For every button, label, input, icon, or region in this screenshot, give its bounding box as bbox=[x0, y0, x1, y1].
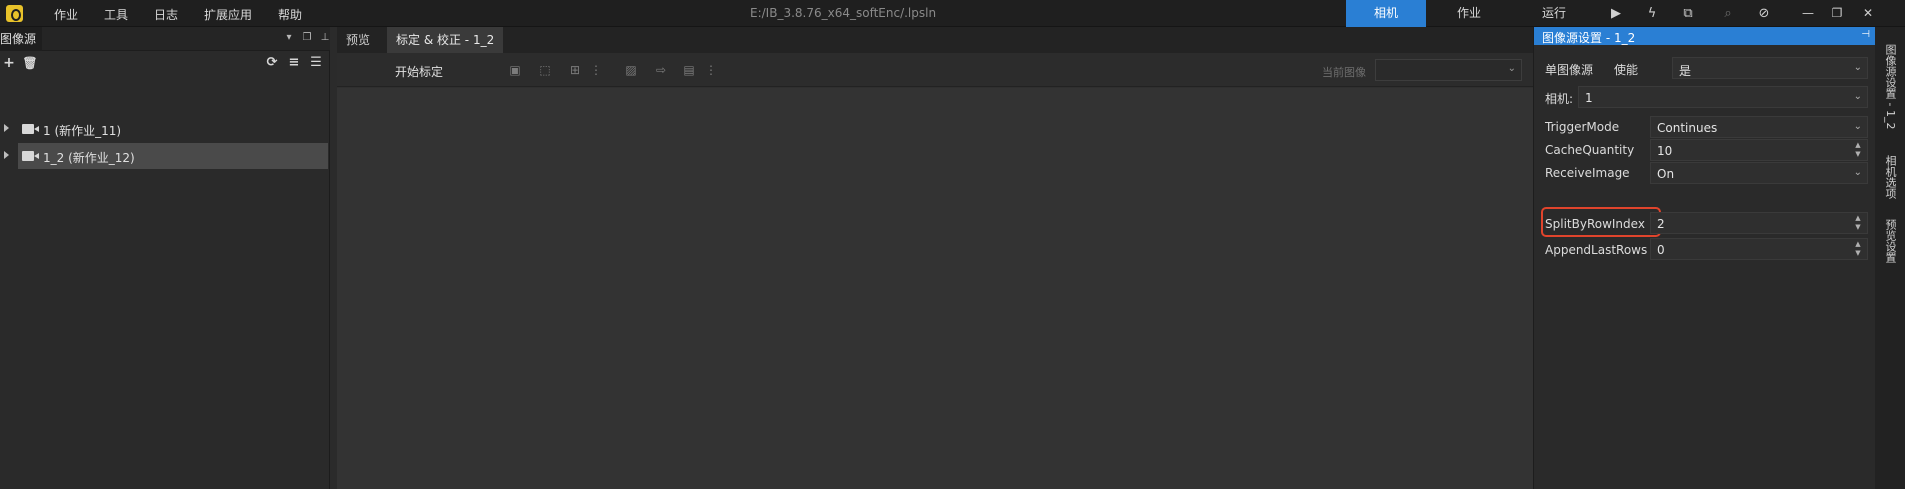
image-source-settings-panel: 图像源设置 - 1_2 ⊣ 单图像源 使能 是 ⌄ 相机: 1 ⌄ Trigge… bbox=[1533, 27, 1876, 489]
menu-job[interactable]: 作业 bbox=[54, 6, 78, 23]
trigger-mode-select[interactable]: Continues ⌄ bbox=[1650, 116, 1868, 138]
receive-image-value: On bbox=[1657, 167, 1675, 181]
trigger-mode-label: TriggerMode bbox=[1545, 120, 1620, 134]
image-source-panel: 图像源 ▾ ❐ ⊥ + 🗑 ⟳ ≡ ☰ 1 (新作业_11) 1_2 (新作业_… bbox=[0, 27, 330, 489]
mode-tab-camera[interactable]: 相机 bbox=[1346, 0, 1426, 27]
add-icon[interactable]: + bbox=[1, 55, 17, 71]
panel-toolbar: + 🗑 ⟳ ≡ ☰ bbox=[0, 51, 330, 75]
receive-image-label: ReceiveImage bbox=[1545, 166, 1630, 180]
enable-label: 使能 bbox=[1614, 63, 1639, 77]
menu-help[interactable]: 帮助 bbox=[278, 6, 302, 23]
calibration-toolbar: 开始标定 ▣ ⬚ ⊞ ⋮ ▨ ⇨ ▤ ⋮ 当前图像 ⌄ bbox=[337, 53, 1533, 87]
refresh-icon[interactable]: ⟳ bbox=[264, 55, 280, 71]
start-calibration-button[interactable]: 开始标定 bbox=[395, 63, 443, 80]
center-tab-bar: 预览 标定 & 校正 - 1_2 bbox=[337, 27, 1533, 53]
settings-title: 图像源设置 - 1_2 bbox=[1542, 31, 1636, 45]
settings-header: 图像源设置 - 1_2 ⊣ bbox=[1534, 27, 1876, 45]
mode-tab-run[interactable]: 运行 bbox=[1514, 0, 1594, 27]
float-icon[interactable]: ❐ bbox=[300, 31, 314, 45]
tree-item-selected[interactable]: 1_2 (新作业_12) bbox=[0, 143, 330, 169]
chevron-down-icon: ⌄ bbox=[1853, 121, 1862, 132]
close-icon[interactable]: ✕ bbox=[1857, 2, 1879, 24]
vertical-tab-bar: 图像源设置 - 1_2 相机选项 预览设置 bbox=[1875, 27, 1905, 489]
delete-icon[interactable]: 🗑 bbox=[22, 55, 38, 71]
enable-value: 是 bbox=[1679, 64, 1692, 78]
vtab-image-source-settings[interactable]: 图像源设置 - 1_2 bbox=[1875, 31, 1905, 143]
dropdown-icon[interactable]: ▾ bbox=[282, 31, 296, 45]
menu-log[interactable]: 日志 bbox=[154, 6, 178, 23]
split-by-row-index-field[interactable]: 2 ▲ ▼ bbox=[1650, 212, 1868, 234]
spinner-icon[interactable]: ▲ ▼ bbox=[1854, 141, 1862, 159]
receive-image-select[interactable]: On ⌄ bbox=[1650, 162, 1868, 184]
user-off-icon[interactable]: ⊘ bbox=[1754, 4, 1774, 24]
play-icon[interactable]: ▶ bbox=[1606, 4, 1626, 24]
save-icon[interactable]: ▤ bbox=[681, 63, 697, 77]
chevron-down-icon: ⌄ bbox=[1853, 62, 1862, 73]
spinner-icon[interactable]: ▲ ▼ bbox=[1854, 214, 1862, 232]
puzzle-icon[interactable]: ⬚ bbox=[537, 63, 553, 77]
more-icon[interactable]: ⋮ bbox=[705, 62, 717, 78]
image-icon[interactable]: ▨ bbox=[623, 63, 639, 77]
mode-tab-job[interactable]: 作业 bbox=[1429, 0, 1509, 27]
pin-icon[interactable]: ⊣ bbox=[1861, 29, 1870, 40]
spinner-icon[interactable]: ▲ ▼ bbox=[1854, 240, 1862, 258]
panel-title: 图像源 bbox=[0, 27, 42, 51]
menu-tools[interactable]: 工具 bbox=[104, 6, 128, 23]
camera-value: 1 bbox=[1585, 91, 1593, 105]
tab-calibration[interactable]: 标定 & 校正 - 1_2 bbox=[387, 27, 504, 53]
camera-icon bbox=[22, 124, 39, 134]
enable-select[interactable]: 是 ⌄ bbox=[1672, 57, 1868, 79]
camera-select[interactable]: 1 ⌄ bbox=[1578, 86, 1868, 108]
vtab-preview-settings[interactable]: 预览设置 bbox=[1875, 211, 1905, 271]
tree-item-label: 1_2 (新作业_12) bbox=[43, 151, 135, 165]
camera-icon bbox=[22, 151, 39, 161]
single-source-label: 单图像源 bbox=[1545, 63, 1594, 77]
trigger-mode-value: Continues bbox=[1657, 121, 1718, 135]
expand-arrow-icon[interactable] bbox=[4, 151, 9, 159]
cache-quantity-label: CacheQuantity bbox=[1545, 143, 1635, 157]
toolbox-icon[interactable]: ▣ bbox=[507, 63, 523, 77]
tree-item-label: 1 (新作业_11) bbox=[43, 124, 122, 138]
tree-view-icon[interactable]: ☰ bbox=[308, 55, 324, 71]
search-icon[interactable]: ⌕ bbox=[1718, 4, 1738, 24]
tab-preview[interactable]: 预览 bbox=[337, 27, 379, 53]
pin-icon[interactable]: ⊥ bbox=[318, 31, 332, 45]
save-copy-icon[interactable]: ⧉ bbox=[1678, 4, 1698, 24]
cache-quantity-value: 10 bbox=[1657, 144, 1673, 158]
minimize-icon[interactable]: — bbox=[1797, 2, 1819, 24]
restore-icon[interactable]: ❐ bbox=[1826, 2, 1848, 24]
window-title-path: E:/IB_3.8.76_x64_softEnc/.lpsln bbox=[750, 6, 937, 20]
split-by-row-index-value: 2 bbox=[1657, 217, 1665, 231]
lightning-icon[interactable]: ϟ bbox=[1642, 4, 1662, 24]
current-image-label: 当前图像 bbox=[1322, 66, 1366, 79]
camera-label: 相机: bbox=[1545, 92, 1574, 106]
panel-header: 图像源 ▾ ❐ ⊥ bbox=[0, 27, 330, 51]
append-last-rows-field[interactable]: 0 ▲ ▼ bbox=[1650, 238, 1868, 260]
append-last-rows-label: AppendLastRows bbox=[1545, 243, 1648, 257]
current-image-select[interactable]: ⌄ bbox=[1375, 59, 1522, 81]
center-panel: 预览 标定 & 校正 - 1_2 开始标定 ▣ ⬚ ⊞ ⋮ ▨ ⇨ ▤ ⋮ 当前… bbox=[337, 27, 1533, 489]
menu-extensions[interactable]: 扩展应用 bbox=[204, 6, 252, 23]
expand-arrow-icon[interactable] bbox=[4, 124, 9, 132]
split-by-row-index-label: SplitByRowIndex bbox=[1545, 217, 1645, 231]
list-icon[interactable]: ≡ bbox=[286, 55, 302, 71]
app-logo-icon bbox=[6, 5, 23, 22]
tree-item[interactable]: 1 (新作业_11) bbox=[0, 116, 330, 142]
chevron-down-icon: ⌄ bbox=[1853, 167, 1862, 178]
title-bar: 作业 工具 日志 扩展应用 帮助 E:/IB_3.8.76_x64_softEn… bbox=[0, 0, 1905, 27]
cache-quantity-field[interactable]: 10 ▲ ▼ bbox=[1650, 139, 1868, 161]
chevron-down-icon: ⌄ bbox=[1507, 63, 1516, 74]
image-canvas[interactable] bbox=[337, 88, 1533, 489]
vtab-camera-options[interactable]: 相机选项 bbox=[1875, 147, 1905, 207]
more-icon[interactable]: ⋮ bbox=[590, 62, 602, 78]
append-last-rows-value: 0 bbox=[1657, 243, 1665, 257]
chevron-down-icon: ⌄ bbox=[1853, 91, 1862, 102]
network-icon[interactable]: ⊞ bbox=[567, 63, 583, 77]
export-icon[interactable]: ⇨ bbox=[653, 63, 669, 77]
